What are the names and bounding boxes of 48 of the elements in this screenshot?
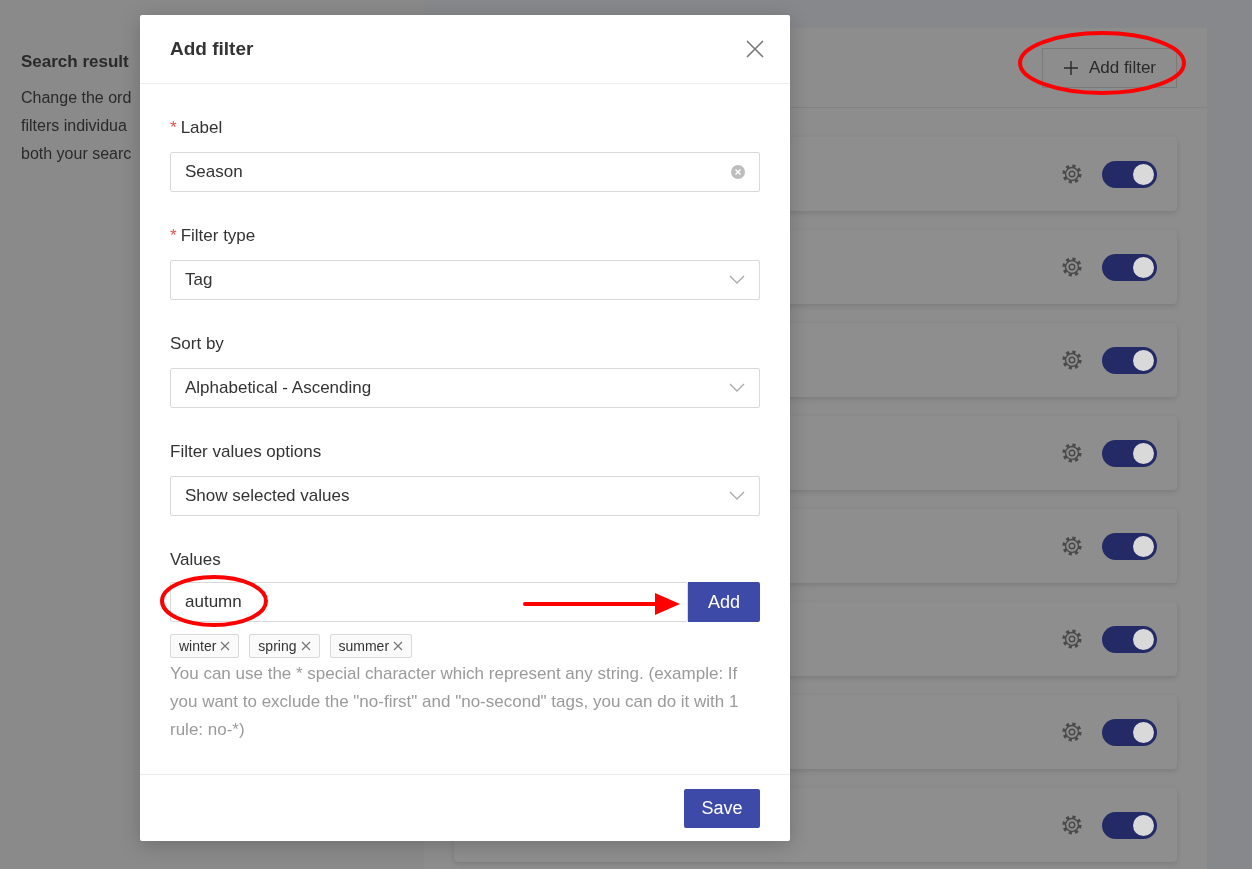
settings-icon[interactable] — [1060, 162, 1084, 186]
value-tag: summer — [329, 634, 413, 658]
remove-icon[interactable] — [393, 641, 404, 651]
description-text: Change the ord — [21, 88, 132, 108]
chevron-down-icon — [729, 491, 745, 501]
enable-toggle[interactable] — [1102, 160, 1157, 188]
settings-icon[interactable] — [1060, 813, 1084, 837]
chevron-down-icon — [729, 275, 745, 285]
select-field[interactable]: Show selected values — [170, 476, 760, 516]
select-field[interactable]: Tag — [170, 260, 760, 300]
plus-icon — [1062, 60, 1079, 76]
enable-toggle[interactable] — [1102, 439, 1157, 467]
remove-icon[interactable] — [300, 641, 311, 651]
settings-icon[interactable] — [1060, 348, 1084, 372]
settings-icon[interactable] — [1060, 255, 1084, 279]
close-icon[interactable] — [746, 40, 764, 58]
save-button[interactable]: Save — [684, 788, 760, 828]
settings-icon[interactable] — [1060, 534, 1084, 558]
enable-toggle[interactable] — [1102, 532, 1157, 560]
help-text: You can use the * special character which represent any string. (example: If you want to exclude the "no-first" and "no-second" tags, you can do it with 1 rule: no-*) — [170, 663, 740, 741]
settings-icon[interactable] — [1060, 720, 1084, 744]
enable-toggle[interactable] — [1102, 346, 1157, 374]
enable-toggle[interactable] — [1102, 811, 1157, 839]
chevron-down-icon — [729, 383, 745, 393]
field-label: Filter type — [180, 226, 256, 247]
field-label: Sort by — [170, 334, 224, 355]
required-asterisk: * — [170, 118, 177, 139]
input-field[interactable]: autumn — [170, 582, 688, 622]
select-field[interactable]: Alphabetical - Ascending — [170, 368, 760, 408]
required-asterisk: * — [170, 226, 177, 247]
enable-toggle[interactable] — [1102, 253, 1157, 281]
field-label: Filter values options — [170, 442, 322, 463]
dialog-title: Add filter — [170, 38, 254, 60]
value-tag: winter — [170, 634, 240, 658]
value-tag: spring — [249, 634, 320, 658]
field-label: Values — [170, 550, 222, 571]
remove-icon[interactable] — [220, 641, 231, 651]
add-button[interactable]: Add — [688, 582, 760, 622]
description-text: filters individua — [21, 116, 127, 136]
settings-icon[interactable] — [1060, 627, 1084, 651]
input-field[interactable]: Season — [170, 152, 760, 192]
section-heading: Search result — [21, 52, 129, 72]
settings-icon[interactable] — [1060, 441, 1084, 465]
description-text: both your searc — [21, 144, 132, 164]
enable-toggle[interactable] — [1102, 718, 1157, 746]
field-label: Label — [180, 118, 223, 139]
add-filter-button[interactable]: Add filter — [1041, 48, 1177, 88]
enable-toggle[interactable] — [1102, 625, 1157, 653]
